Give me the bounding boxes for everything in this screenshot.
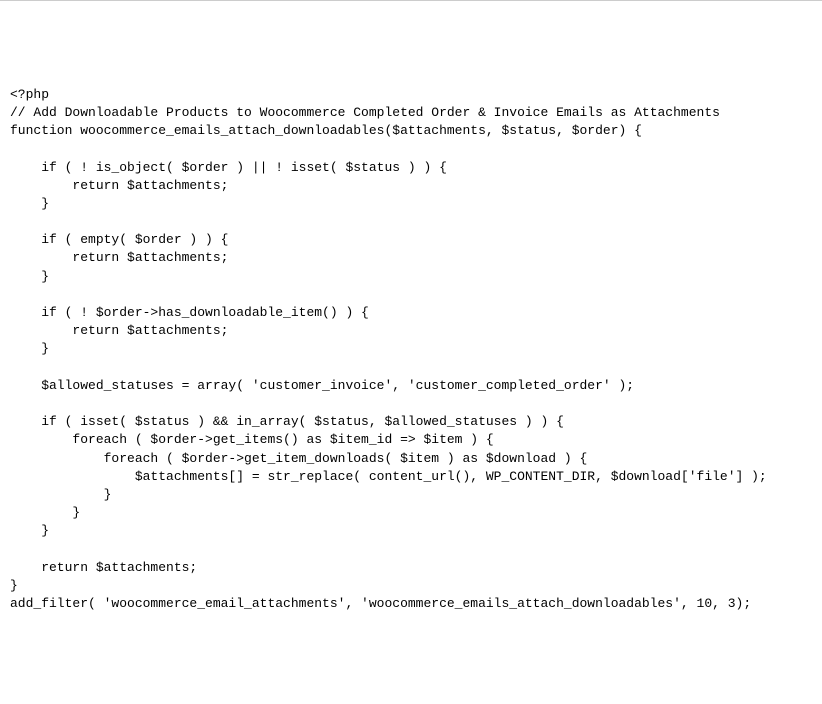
code-line: function woocommerce_emails_attach_downl… [10, 123, 642, 138]
code-line: if ( empty( $order ) ) { [10, 232, 228, 247]
code-line: } [10, 487, 111, 502]
code-line: foreach ( $order->get_items() as $item_i… [10, 432, 494, 447]
code-line: // Add Downloadable Products to Woocomme… [10, 105, 720, 120]
code-line: return $attachments; [10, 178, 228, 193]
code-line: return $attachments; [10, 560, 197, 575]
code-line: return $attachments; [10, 250, 228, 265]
code-line: add_filter( 'woocommerce_email_attachmen… [10, 596, 751, 611]
code-line: } [10, 196, 49, 211]
code-line: if ( ! is_object( $order ) || ! isset( $… [10, 160, 447, 175]
code-block: <?php // Add Downloadable Products to Wo… [10, 86, 812, 613]
code-line: } [10, 578, 18, 593]
code-line: } [10, 523, 49, 538]
code-line: } [10, 269, 49, 284]
code-line: if ( ! $order->has_downloadable_item() )… [10, 305, 369, 320]
code-line: foreach ( $order->get_item_downloads( $i… [10, 451, 587, 466]
code-line: $attachments[] = str_replace( content_ur… [10, 469, 767, 484]
code-line: if ( isset( $status ) && in_array( $stat… [10, 414, 564, 429]
code-line: } [10, 505, 80, 520]
code-line: return $attachments; [10, 323, 228, 338]
code-line: } [10, 341, 49, 356]
code-line: $allowed_statuses = array( 'customer_inv… [10, 378, 634, 393]
code-line: <?php [10, 87, 49, 102]
